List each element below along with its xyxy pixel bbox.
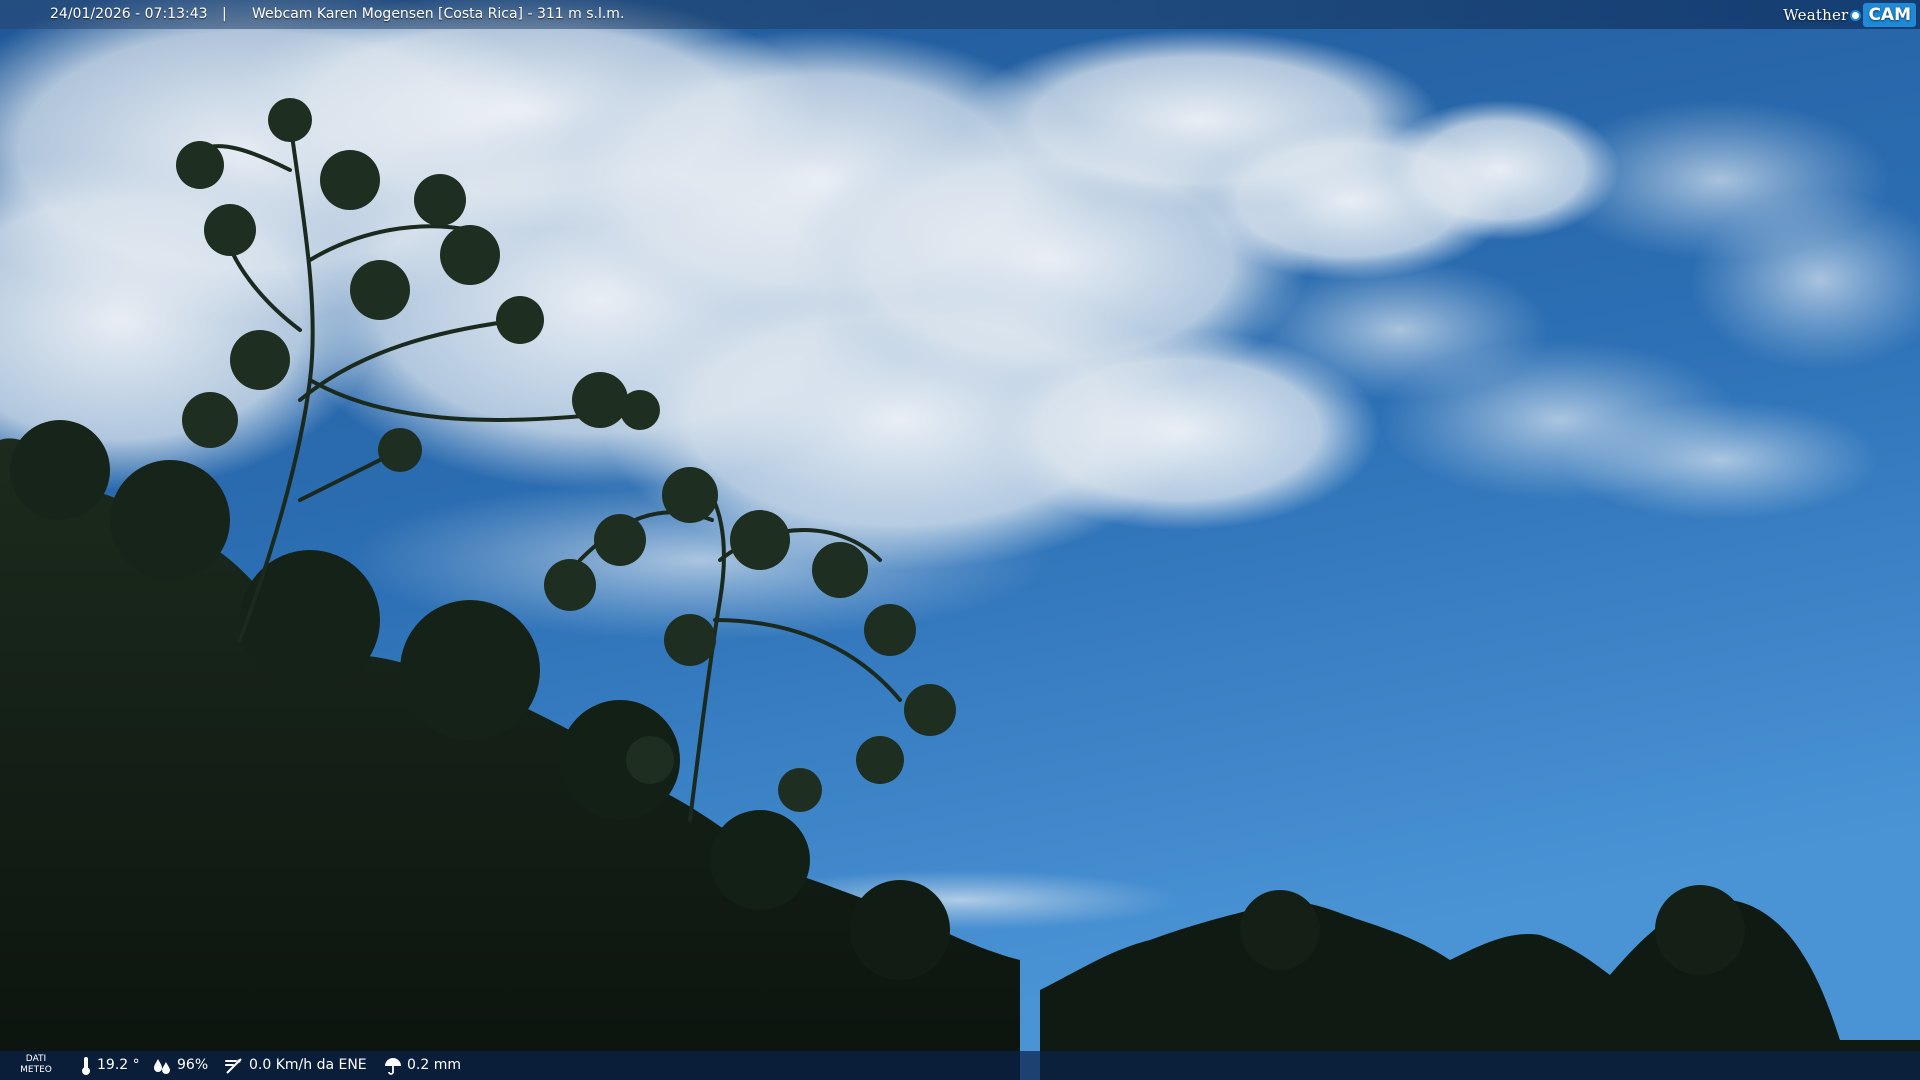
wind-value: 0.0 Km/h da ENE: [249, 1057, 367, 1073]
logo-weather-text: Weather: [1783, 6, 1849, 24]
webcam-frame: 24/01/2026 - 07:13:43 | Webcam Karen Mog…: [0, 0, 1920, 1080]
top-info-bar: 24/01/2026 - 07:13:43 | Webcam Karen Mog…: [0, 0, 1920, 29]
thermometer-icon: [82, 1056, 90, 1075]
meteo-label-line2: METEO: [20, 1065, 52, 1075]
rain-value: 0.2 mm: [407, 1057, 461, 1073]
humidity-reading: 96%: [152, 1051, 208, 1080]
temperature-value: 19.2 °: [97, 1057, 140, 1073]
meteo-data-label: DATI METEO: [16, 1054, 56, 1076]
wind-icon: [225, 1057, 242, 1074]
header-separator: |: [222, 6, 227, 22]
weather-data-bar: DATI METEO 19.2 ° 96% 0.0 Km/h da ENE 0.…: [0, 1051, 1920, 1080]
weathercam-logo: Weather CAM: [1783, 3, 1916, 27]
webcam-title: Webcam Karen Mogensen [Costa Rica] - 311…: [252, 6, 625, 22]
umbrella-icon: [385, 1057, 401, 1075]
humidity-value: 96%: [177, 1057, 209, 1073]
webcam-image: [0, 0, 1920, 1080]
logo-dot-icon: [1850, 9, 1862, 21]
wind-reading: 0.0 Km/h da ENE: [224, 1051, 367, 1080]
meteo-label-line1: DATI: [25, 1054, 47, 1064]
humidity-icon: [154, 1058, 170, 1074]
capture-datetime: 24/01/2026 - 07:13:43: [50, 6, 208, 22]
rain-reading: 0.2 mm: [384, 1051, 461, 1080]
temperature-reading: 19.2 °: [80, 1051, 140, 1080]
logo-cam-text: CAM: [1863, 3, 1916, 27]
